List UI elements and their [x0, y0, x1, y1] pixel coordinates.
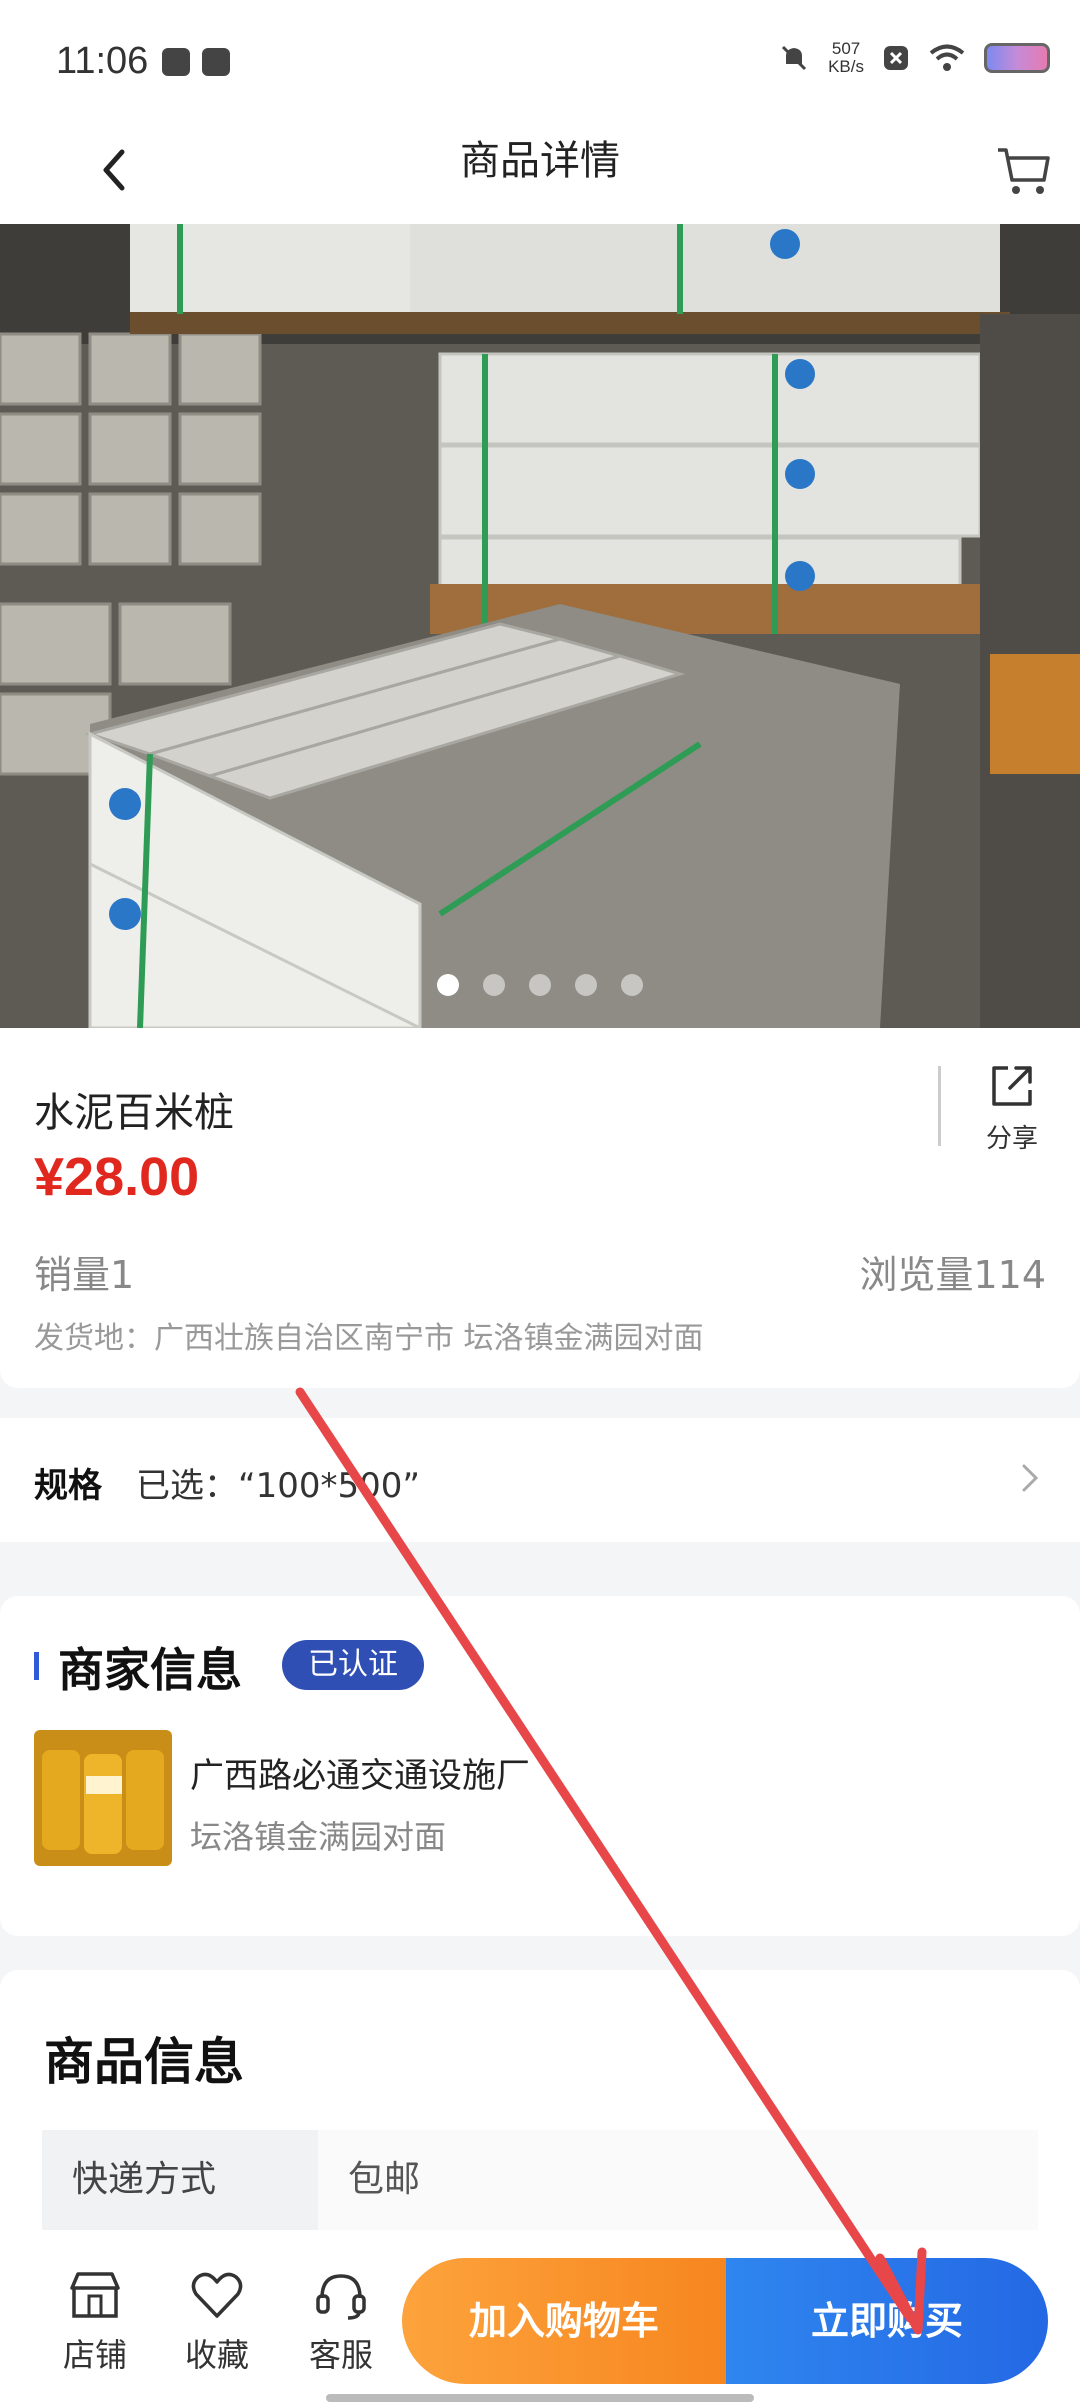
nav-header: 商品详情 — [0, 118, 1080, 224]
carousel-dot[interactable] — [621, 974, 643, 996]
headset-icon — [316, 2274, 366, 2320]
product-info-title: 商品信息 — [44, 2033, 244, 2091]
verified-badge: 已认证 — [282, 1640, 424, 1690]
product-price: ¥28.00 — [34, 1147, 200, 1207]
chevron-right-icon — [1022, 1464, 1039, 1492]
tab-shop[interactable]: 店铺 — [50, 2266, 140, 2376]
mute-icon — [782, 45, 807, 71]
buy-now-button[interactable]: 立即购买 — [726, 2258, 1048, 2384]
product-attributes: 商品信息 快递方式 包邮 — [0, 1970, 1080, 2270]
heart-icon — [191, 2272, 243, 2318]
share-icon — [992, 1066, 1032, 1106]
product-name: 水泥百米桩 — [34, 1090, 234, 1136]
attribute-row: 快递方式 包邮 — [42, 2130, 1038, 2230]
notification-icon — [202, 48, 230, 76]
tab-customer-service[interactable]: 客服 — [296, 2266, 386, 2376]
merchant-card[interactable]: 商家信息 已认证 广西路必通交通设施厂 坛洛镇金满园对面 — [0, 1596, 1080, 1936]
merchant-address: 坛洛镇金满园对面 — [190, 1818, 447, 1856]
attribute-key: 快递方式 — [42, 2130, 318, 2230]
status-time: 11:06 — [56, 40, 149, 82]
shop-icon — [70, 2272, 120, 2318]
carousel-dot[interactable] — [483, 974, 505, 996]
status-icons: 507 KB/s — [778, 40, 1050, 76]
carousel-dot[interactable] — [529, 974, 551, 996]
carousel-dot[interactable] — [437, 974, 459, 996]
cart-icon[interactable] — [994, 140, 1054, 200]
tab-label: 收藏 — [184, 2336, 249, 2374]
merchant-thumbnail — [34, 1730, 172, 1866]
product-info-card: 水泥百米桩 分享 ¥28.00 销量1 浏览量114 发货地：广西壮族自治区南宁… — [0, 1028, 1080, 1388]
tab-favorite[interactable]: 收藏 — [172, 2266, 262, 2376]
tab-label: 店铺 — [62, 2336, 127, 2374]
home-indicator — [326, 2394, 754, 2402]
spec-selected: 已选：“100*500” — [136, 1466, 421, 1506]
add-to-cart-button[interactable]: 加入购物车 — [402, 2258, 726, 2384]
carousel-dots — [0, 974, 1080, 996]
notification-icon — [162, 48, 190, 76]
share-button[interactable]: 分享 — [972, 1060, 1052, 1155]
ship-from: 发货地：广西壮族自治区南宁市 坛洛镇金满园对面 — [34, 1321, 704, 1356]
attribute-value: 包邮 — [318, 2130, 1038, 2230]
page-title: 商品详情 — [460, 138, 620, 184]
net-speed-unit: KB/s — [828, 57, 864, 76]
spec-label: 规格 — [34, 1466, 102, 1506]
view-count: 浏览量114 — [859, 1253, 1046, 1297]
merchant-name: 广西路必通交通设施厂 — [190, 1756, 530, 1796]
carousel-dot[interactable] — [575, 974, 597, 996]
tab-label: 客服 — [308, 2336, 373, 2374]
net-speed-value: 507 — [831, 39, 861, 58]
divider — [938, 1066, 941, 1146]
sales-count: 销量1 — [34, 1253, 135, 1297]
close-box-icon — [884, 46, 908, 70]
product-detail-page: 11:06 507 KB/s 商品详情 水泥百米桩 分享 ¥28.00 销量1 … — [0, 0, 1080, 2408]
status-bar: 11:06 507 KB/s — [0, 0, 1080, 118]
bottom-action-bar: 店铺 收藏 客服 加入购物车 立即购买 — [0, 2234, 1080, 2408]
share-label: 分享 — [985, 1124, 1038, 1154]
spec-selector[interactable]: 规格 已选：“100*500” — [0, 1418, 1080, 1542]
merchant-section-title: 商家信息 — [58, 1643, 242, 1697]
product-photo — [0, 224, 1080, 1028]
section-accent-bar — [34, 1652, 39, 1680]
net-speed: 507 KB/s — [828, 40, 864, 76]
battery-icon — [984, 43, 1050, 73]
merchant-photo — [34, 1730, 172, 1866]
product-image-carousel[interactable] — [0, 224, 1080, 1028]
wifi-icon — [929, 44, 965, 71]
